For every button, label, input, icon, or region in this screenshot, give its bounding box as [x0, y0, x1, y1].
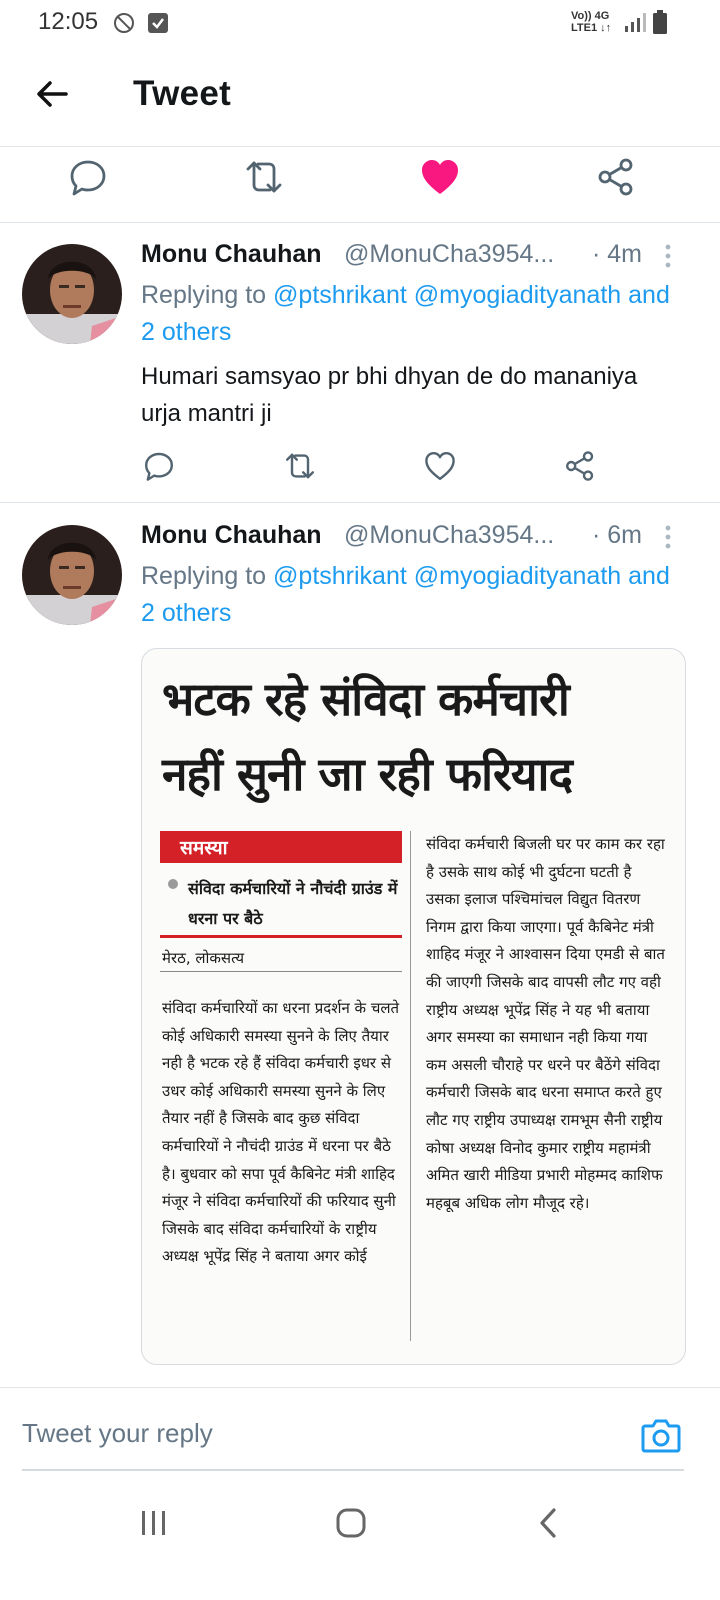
- news-tag: समस्या: [180, 837, 228, 859]
- reply-icon[interactable]: [68, 157, 108, 197]
- news-rule: [160, 971, 402, 972]
- network-indicator: Vo)) 4G LTE1 ↓↑: [571, 10, 611, 34]
- replying-to: Replying to @ptshrikant @myogiadityanath…: [141, 277, 681, 351]
- news-headline-line2: नहीं सुनी जा रही फरियाद: [162, 747, 573, 801]
- news-column-left: संविदा कर्मचारियों का धरना प्रदर्शन के च…: [162, 999, 400, 1266]
- column-divider: [410, 831, 411, 1341]
- battery-icon: [653, 10, 667, 34]
- avatar-photo: [22, 244, 122, 344]
- news-rule: [160, 935, 402, 938]
- recent-apps-icon[interactable]: [134, 1505, 174, 1541]
- share-icon[interactable]: [596, 157, 636, 197]
- tweet-author-handle[interactable]: @MonuCha3954...: [344, 521, 554, 550]
- replying-to-label: Replying to: [141, 281, 267, 309]
- signal-icon: [625, 13, 646, 32]
- mention-links[interactable]: @ptshrikant @myogiadityanath: [273, 281, 621, 309]
- divider: [0, 146, 720, 147]
- more-options-icon[interactable]: [665, 244, 671, 268]
- retweet-icon[interactable]: [284, 450, 316, 482]
- avatar-photo: [22, 525, 122, 625]
- tweet-author-name[interactable]: Monu Chauhan: [141, 240, 322, 269]
- replying-to-label: Replying to: [141, 562, 267, 590]
- do-not-disturb-icon: [114, 13, 134, 33]
- divider: [0, 1387, 720, 1388]
- reply-input[interactable]: Tweet your reply: [22, 1418, 213, 1449]
- tweet-image-newspaper[interactable]: भटक रहे संविदा कर्मचारी नहीं सुनी जा रही…: [141, 648, 686, 1365]
- news-headline-line1: भटक रहे संविदा कर्मचारी: [162, 672, 570, 726]
- share-icon[interactable]: [564, 450, 596, 482]
- back-nav-icon[interactable]: [529, 1505, 569, 1541]
- network-sim: LTE1 ↓↑: [571, 22, 612, 34]
- avatar[interactable]: [22, 244, 122, 344]
- tweet-text: Humari samsyao pr bhi dhyan de do manani…: [141, 363, 638, 427]
- more-options-icon[interactable]: [665, 525, 671, 549]
- status-time: 12:05: [38, 8, 99, 35]
- retweet-icon[interactable]: [244, 157, 284, 197]
- check-notification-icon: [148, 13, 168, 33]
- news-column-right: संविदा कर्मचारी बिजली घर पर काम कर रहा ह…: [426, 835, 665, 1212]
- tweet-timestamp: · 4m: [592, 240, 642, 268]
- home-icon[interactable]: [331, 1505, 371, 1541]
- liked-heart-icon[interactable]: [420, 157, 460, 197]
- back-arrow-icon[interactable]: [34, 76, 70, 112]
- reply-icon[interactable]: [143, 450, 175, 482]
- like-icon[interactable]: [424, 450, 456, 482]
- news-subhead: संविदा कर्मचारियों ने नौचंदी ग्राउंड में…: [188, 879, 398, 928]
- status-bar: 12:05 Vo)) 4G LTE1 ↓↑: [0, 0, 720, 48]
- network-type: Vo)) 4G: [571, 10, 610, 22]
- avatar[interactable]: [22, 525, 122, 625]
- news-dateline: मेरठ, लोकसत्य: [162, 949, 245, 967]
- reply-underline: [22, 1469, 684, 1471]
- page-title: Tweet: [133, 74, 232, 113]
- tweet-timestamp: · 6m: [592, 521, 642, 549]
- divider: [0, 502, 720, 503]
- divider: [0, 222, 720, 223]
- tweet-author-handle[interactable]: @MonuCha3954...: [344, 240, 554, 269]
- tweet-author-name[interactable]: Monu Chauhan: [141, 521, 322, 550]
- camera-icon[interactable]: [641, 1416, 681, 1454]
- mention-links[interactable]: @ptshrikant @myogiadityanath: [273, 562, 621, 590]
- replying-to: Replying to @ptshrikant @myogiadityanath…: [141, 558, 681, 632]
- bullet-icon: [168, 879, 178, 889]
